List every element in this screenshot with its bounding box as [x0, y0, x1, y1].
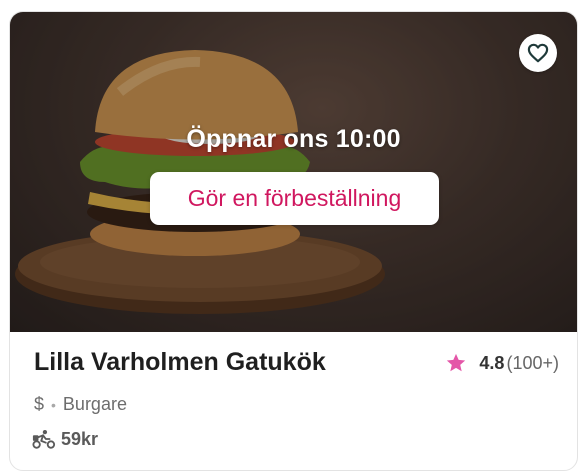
heart-outline-icon — [527, 43, 549, 63]
delivery-fee-row: 59kr — [32, 428, 98, 450]
delivery-fee: 59kr — [61, 428, 99, 449]
opening-status: Öppnar ons 10:00 — [186, 125, 401, 153]
preorder-button[interactable]: Gör en förbeställning — [150, 172, 439, 225]
restaurant-card[interactable]: Öppnar ons 10:00 Gör en förbeställning L… — [9, 11, 578, 471]
favorite-button[interactable] — [519, 34, 557, 72]
restaurant-hero-image[interactable]: Öppnar ons 10:00 Gör en förbeställning — [10, 12, 577, 332]
meta-separator: • — [51, 396, 56, 413]
restaurant-meta: $ • Burgare — [34, 394, 127, 415]
restaurant-name[interactable]: Lilla Varholmen Gatukök — [34, 348, 326, 377]
price-level: $ — [34, 394, 45, 414]
star-icon — [447, 353, 466, 372]
rating-count: (100+) — [506, 352, 559, 373]
bike-courier-icon — [32, 429, 56, 449]
cuisine: Burgare — [62, 394, 127, 414]
restaurant-info: Lilla Varholmen Gatukök 4.8 (100+) $ • B… — [10, 332, 577, 470]
rating-value: 4.8 — [479, 352, 505, 373]
rating: 4.8 (100+) — [445, 352, 559, 374]
